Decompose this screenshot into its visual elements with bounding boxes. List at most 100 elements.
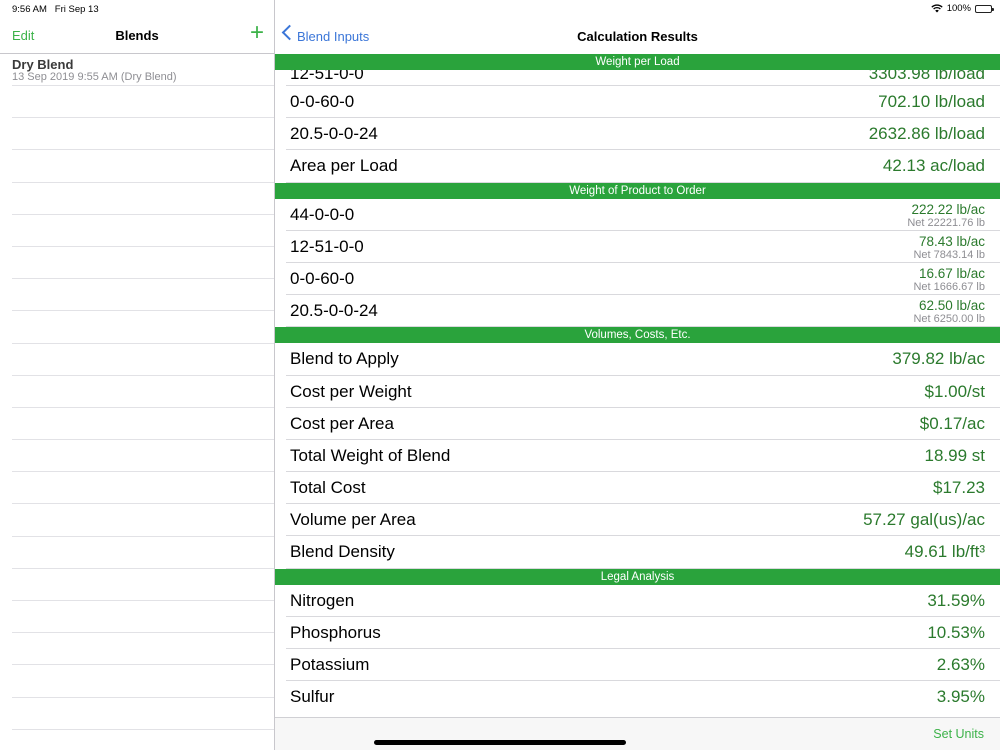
row-value: 702.10 lb/load — [878, 92, 985, 111]
section-header-weight-per-load: Weight per Load — [275, 54, 1000, 70]
sidebar: Edit Blends + Dry Blend 13 Sep 2019 9:55… — [0, 18, 274, 750]
set-units-button[interactable]: Set Units — [933, 727, 984, 741]
row-net-value: Net 6250.00 lb — [913, 313, 985, 326]
table-row: Area per Load 42.13 ac/load — [286, 150, 1000, 183]
section-header-volumes-costs: Volumes, Costs, Etc. — [275, 327, 1000, 344]
row-net-value: Net 1666.67 lb — [913, 280, 985, 293]
row-label: Sulfur — [290, 687, 335, 707]
row-label: 0-0-60-0 — [290, 268, 355, 288]
row-label: Total Cost — [290, 478, 366, 498]
row-value: 222.22 lb/ac — [911, 201, 985, 217]
row-label: Nitrogen — [290, 590, 355, 610]
empty-list-row — [12, 150, 274, 183]
empty-list-row — [12, 440, 274, 473]
empty-list-row — [12, 569, 274, 601]
table-row: 0-0-60-0 702.10 lb/load — [286, 86, 1000, 119]
row-value: 62.50 lb/ac — [918, 298, 985, 314]
list-item-dry-blend[interactable]: Dry Blend 13 Sep 2019 9:55 AM (Dry Blend… — [12, 54, 274, 86]
empty-list-row — [12, 215, 274, 247]
row-value: 42.13 ac/load — [882, 156, 985, 176]
row-label: Cost per Area — [290, 413, 394, 433]
empty-list-row — [12, 698, 274, 730]
table-row: Phosphorus 10.53% — [286, 617, 1000, 649]
battery-percent: 100% — [946, 3, 971, 14]
row-label: 12-51-0-0 — [290, 236, 364, 256]
results-table[interactable]: Weight per Load 12-51-0-0 3303.98 lb/loa… — [275, 54, 1000, 717]
empty-list-row — [12, 504, 274, 537]
section-header-legal-analysis: Legal Analysis — [275, 568, 1000, 585]
blend-name: Dry Blend — [12, 57, 74, 72]
blend-subtitle: 13 Sep 2019 9:55 AM (Dry Blend) — [12, 71, 177, 83]
empty-list-row — [12, 279, 274, 312]
row-value: 16.67 lb/ac — [918, 265, 985, 281]
status-date: Fri Sep 13 — [54, 4, 99, 15]
row-label: Phosphorus — [290, 622, 381, 642]
empty-list-row — [12, 537, 274, 569]
row-value: 2.63% — [936, 655, 985, 674]
empty-list-row — [12, 408, 274, 441]
empty-list-row — [12, 376, 274, 408]
row-value: 18.99 st — [924, 445, 986, 465]
row-label: Total Weight of Blend — [290, 445, 451, 465]
row-label: 12-51-0-0 — [290, 70, 364, 83]
row-value: $17.23 — [933, 478, 985, 498]
empty-list-row — [12, 601, 274, 634]
table-row: 0-0-60-0 16.67 lb/ac Net 1666.67 lb — [286, 263, 1000, 296]
empty-list-row — [12, 118, 274, 151]
row-net-value: Net 7843.14 lb — [913, 248, 985, 261]
table-row: Blend to Apply 379.82 lb/ac — [286, 343, 1000, 376]
page-title: Calculation Results — [577, 29, 698, 44]
row-value: 78.43 lb/ac — [918, 233, 985, 249]
table-row: 12-51-0-0 78.43 lb/ac Net 7843.14 lb — [286, 231, 1000, 263]
status-indicators: 100% — [931, 3, 994, 14]
table-row: Blend Density 49.61 lb/ft³ — [286, 536, 1000, 569]
row-value: 379.82 lb/ac — [892, 349, 985, 369]
bottom-toolbar: Set Units — [275, 717, 1000, 750]
empty-list-rows — [0, 86, 274, 730]
empty-list-row — [12, 311, 274, 344]
table-row: Volume per Area 57.27 gal(us)/ac — [286, 504, 1000, 537]
sidebar-nav-bar: Edit Blends + — [0, 18, 274, 54]
detail-pane: Blend Inputs Calculation Results Weight … — [275, 18, 1000, 750]
row-label: Blend Density — [290, 542, 395, 562]
row-value: 10.53% — [927, 622, 985, 642]
table-row: Sulfur 3.95% — [286, 681, 1000, 713]
table-row: 12-51-0-0 3303.98 lb/load — [286, 70, 1000, 86]
table-row: 44-0-0-0 222.22 lb/ac Net 22221.76 lb — [286, 199, 1000, 231]
status-bar: 9:56 AM Fri Sep 13 100% — [0, 0, 1000, 18]
app-screen: 9:56 AM Fri Sep 13 100% Edit Blends + Dr… — [0, 0, 1000, 750]
sidebar-title: Blends — [115, 28, 159, 43]
row-label: 0-0-60-0 — [290, 92, 355, 111]
row-value: 49.61 lb/ft³ — [904, 542, 985, 562]
row-label: Volume per Area — [290, 510, 416, 530]
empty-list-row — [12, 633, 274, 666]
empty-list-row — [12, 472, 274, 505]
row-label: Cost per Weight — [290, 381, 412, 401]
table-row: Cost per Weight $1.00/st — [286, 376, 1000, 408]
row-net-value: Net 22221.76 lb — [907, 216, 985, 229]
empty-list-row — [12, 665, 274, 698]
row-value: $1.00/st — [924, 381, 986, 401]
row-label: 20.5-0-0-24 — [290, 301, 378, 321]
table-row: Total Cost $17.23 — [286, 472, 1000, 505]
table-row: Total Weight of Blend 18.99 st — [286, 440, 1000, 473]
table-row: Potassium 2.63% — [286, 649, 1000, 682]
row-value: $0.17/ac — [919, 413, 985, 433]
row-value: 3.95% — [936, 687, 985, 707]
home-indicator[interactable] — [374, 740, 626, 745]
empty-list-row — [12, 247, 274, 280]
table-row: Nitrogen 31.59% — [286, 585, 1000, 617]
wifi-icon — [931, 4, 943, 13]
empty-list-row — [12, 86, 274, 119]
row-label: Potassium — [290, 655, 370, 674]
table-row: Cost per Area $0.17/ac — [286, 408, 1000, 440]
status-time: 9:56 AM — [12, 4, 47, 15]
table-row: 20.5-0-0-24 62.50 lb/ac Net 6250.00 lb — [286, 295, 1000, 328]
row-label: Area per Load — [290, 156, 398, 176]
row-value: 57.27 gal(us)/ac — [863, 510, 985, 530]
add-blend-button[interactable]: + — [250, 21, 264, 45]
row-label: 44-0-0-0 — [290, 204, 355, 224]
battery-icon — [975, 4, 994, 13]
row-value: 3303.98 lb/load — [868, 70, 985, 83]
detail-nav-bar: Blend Inputs Calculation Results — [275, 18, 1000, 54]
